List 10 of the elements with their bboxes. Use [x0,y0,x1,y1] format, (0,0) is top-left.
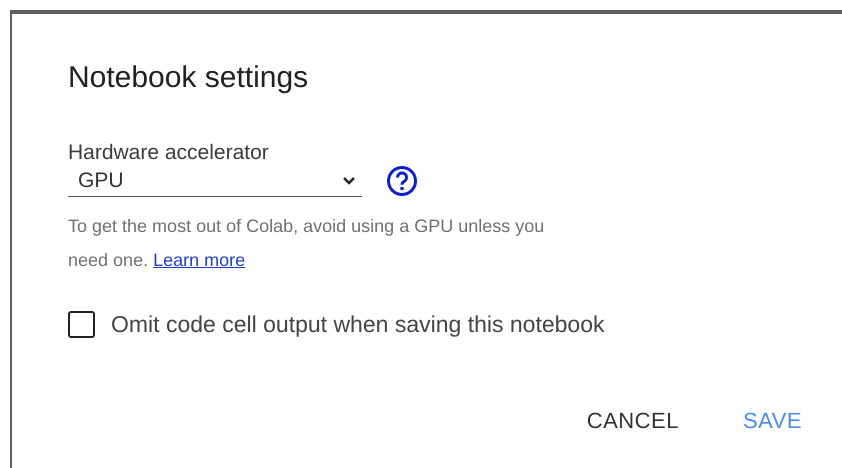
checkbox-label: Omit code cell output when saving this notebook [111,310,605,340]
learn-more-link[interactable]: Learn more [153,250,246,270]
hint-text: To get the most out of Colab, avoid using a GPU unless you need one. Learn more [68,215,546,272]
help-icon[interactable] [386,165,418,198]
field-label: Hardware accelerator [68,140,270,166]
cancel-button[interactable]: CANCEL [578,400,687,441]
chevron-down-icon [342,176,356,186]
accelerator-dropdown[interactable]: GPU [68,165,362,198]
checkbox[interactable] [68,310,95,338]
dialog-title: Notebook settings [68,60,310,96]
